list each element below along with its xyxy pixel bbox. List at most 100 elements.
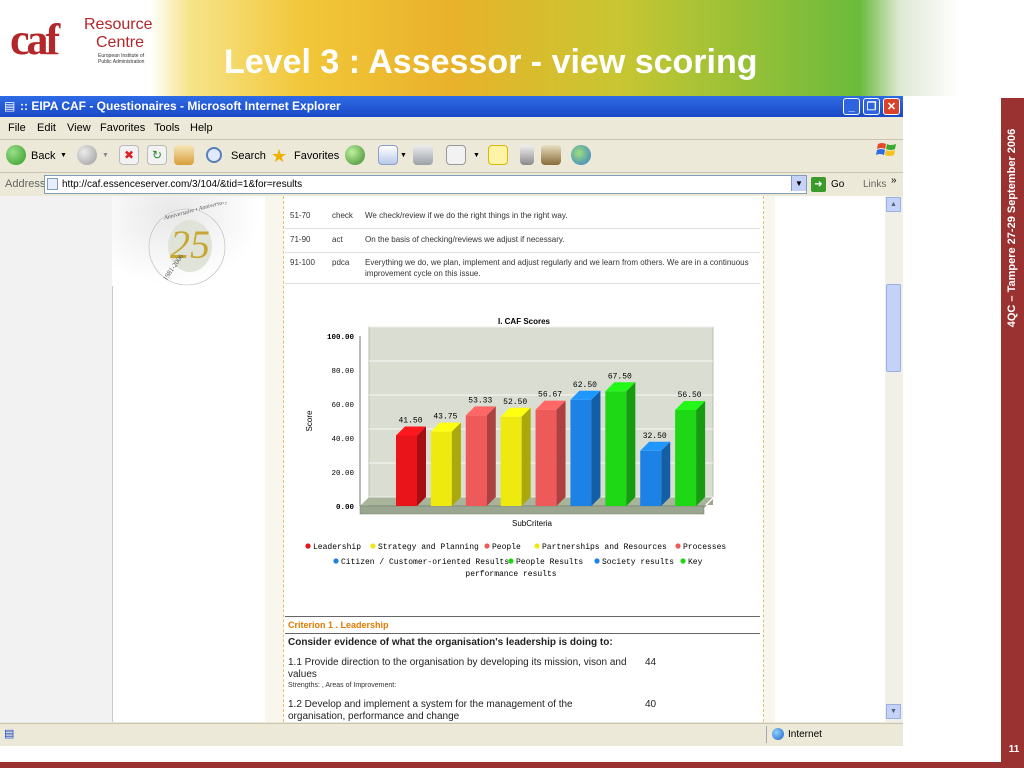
menu-tools[interactable]: Tools xyxy=(154,122,180,135)
chart-bar-side xyxy=(417,426,426,506)
status-bar: ▤ Internet xyxy=(0,723,903,745)
legend-swatch xyxy=(305,543,311,549)
edit-dropdown-icon[interactable]: ▼ xyxy=(473,146,480,166)
scroll-down-icon[interactable]: ▼ xyxy=(886,704,901,719)
legend-swatch xyxy=(484,543,490,549)
chart-bar xyxy=(430,431,452,506)
history-icon[interactable] xyxy=(345,145,365,165)
refresh-icon[interactable]: ↻ xyxy=(147,145,167,165)
search-icon[interactable] xyxy=(206,147,222,163)
chart-bar xyxy=(465,415,487,506)
legend-swatch xyxy=(594,558,600,564)
scale-text: We check/review if we do the right thing… xyxy=(365,211,568,220)
legend-label: Processes xyxy=(683,543,726,552)
go-arrow-icon[interactable]: ➜ xyxy=(811,177,826,192)
search-button[interactable]: Search xyxy=(231,146,266,166)
scale-range: 91-100 xyxy=(290,258,315,267)
address-bar: Address http://caf.essenceserver.com/3/1… xyxy=(0,173,903,196)
forward-dropdown-icon[interactable]: ▼ xyxy=(102,146,109,166)
criterion-header: Criterion 1 . Leadership xyxy=(285,616,760,634)
chart-bar-side xyxy=(486,406,496,506)
vertical-scrollbar[interactable]: ▲ ▼ xyxy=(885,196,903,722)
conference-label: 4QC – Tampere 27-29 September 2006 xyxy=(1006,128,1018,328)
favorites-button[interactable]: Favorites xyxy=(294,146,339,166)
scale-phase: check xyxy=(332,211,353,220)
legend-label: People xyxy=(492,543,521,552)
criterion-prompt: Consider evidence of what the organisati… xyxy=(288,637,613,648)
chart-bar-side xyxy=(556,400,566,506)
logo-tagline: European Institute of Public Administrat… xyxy=(98,53,145,65)
mail-icon[interactable] xyxy=(378,145,398,165)
scale-row: 91-100 pdca Everything we do, we plan, i… xyxy=(285,257,760,284)
legend-label: Key xyxy=(688,558,703,567)
chart-base-front xyxy=(359,505,705,515)
browser-window: ▤ :: EIPA CAF - Questionaires - Microsof… xyxy=(0,96,903,746)
window-titlebar[interactable]: ▤ :: EIPA CAF - Questionaires - Microsof… xyxy=(0,96,903,117)
chart-bar-side xyxy=(696,400,706,506)
address-url[interactable]: http://caf.essenceserver.com/3/104/&tid=… xyxy=(62,179,302,191)
legend-swatch xyxy=(508,558,514,564)
chart-bar xyxy=(570,399,592,506)
back-button[interactable]: Back xyxy=(31,146,55,166)
y-axis-label: Score xyxy=(305,410,314,431)
ie-page-icon: ▤ xyxy=(4,99,16,113)
address-dropdown-icon[interactable]: ▼ xyxy=(791,176,806,191)
research-icon[interactable] xyxy=(541,145,561,165)
y-tick-label: 20.00 xyxy=(331,470,354,478)
back-arrow-icon[interactable] xyxy=(6,145,26,165)
caf-logo-mark: caf xyxy=(10,15,60,64)
stop-icon[interactable]: ✖ xyxy=(119,145,139,165)
scale-row: 51-70 check We check/review if we do the… xyxy=(285,210,760,229)
menu-help[interactable]: Help xyxy=(190,122,213,135)
bar-value-label: 41.50 xyxy=(398,416,422,425)
slide-title: Level 3 : Assessor - view scoring xyxy=(224,43,758,81)
edit-page-icon[interactable] xyxy=(446,145,466,165)
legend-swatch xyxy=(370,543,376,549)
chart-bar xyxy=(500,416,522,506)
subcriterion-score: 40 xyxy=(645,699,657,710)
chart-bar xyxy=(535,409,557,506)
chart-bar-side xyxy=(626,382,636,506)
legend-label: Leadership xyxy=(313,543,361,552)
favorites-star-icon[interactable]: ★ xyxy=(271,146,287,166)
criterion-title: Criterion 1 . Leadership xyxy=(288,620,389,630)
logo-line-2: Centre xyxy=(96,34,145,51)
mail-dropdown-icon[interactable]: ▼ xyxy=(400,146,407,166)
y-tick-label: 40.00 xyxy=(331,436,354,444)
messenger-icon[interactable] xyxy=(571,145,591,165)
menu-view[interactable]: View xyxy=(67,122,91,135)
window-title: :: EIPA CAF - Questionaires - Microsoft … xyxy=(20,99,341,113)
legend-label: Society results xyxy=(602,558,674,567)
minimize-button[interactable]: _ xyxy=(843,98,860,115)
legend-swatch xyxy=(680,558,686,564)
scroll-up-icon[interactable]: ▲ xyxy=(886,197,901,212)
toolbar-chevron-icon[interactable]: » xyxy=(891,175,897,186)
bar-value-label: 52.50 xyxy=(503,398,527,407)
forward-arrow-icon[interactable] xyxy=(77,145,97,165)
scale-phase: pdca xyxy=(332,258,350,267)
home-icon[interactable] xyxy=(174,145,194,165)
menu-favorites[interactable]: Favorites xyxy=(100,122,145,135)
device-icon[interactable] xyxy=(520,145,534,165)
address-label: Address xyxy=(5,178,46,190)
bar-value-label: 32.50 xyxy=(643,432,667,441)
legend-label: People Results xyxy=(516,558,583,567)
scale-text: On the basis of checking/reviews we adju… xyxy=(365,235,565,244)
discuss-icon[interactable] xyxy=(488,145,508,165)
back-dropdown-icon[interactable]: ▼ xyxy=(60,146,67,166)
browser-toolbar: Back ▼ ▼ ✖ ↻ Search ★ Favorites ▼ ▼ xyxy=(0,140,903,173)
legend-label: Citizen / Customer-oriented Results xyxy=(341,558,509,567)
menu-edit[interactable]: Edit xyxy=(37,122,56,135)
close-button[interactable]: ✕ xyxy=(883,98,900,115)
caf-scores-chart: I. CAF Scores 0.00 20.00 40.00 60.00 80.00 100… xyxy=(300,300,749,615)
links-button[interactable]: Links xyxy=(863,179,886,190)
print-icon[interactable] xyxy=(413,145,433,165)
go-button[interactable]: Go xyxy=(831,179,844,190)
maximize-button[interactable]: ❐ xyxy=(863,98,880,115)
chart-bar xyxy=(640,450,662,506)
menu-file[interactable]: File xyxy=(8,122,26,135)
scroll-thumb[interactable] xyxy=(886,284,901,372)
legend-swatch xyxy=(534,543,540,549)
bar-value-label: 43.75 xyxy=(433,413,457,422)
y-tick-label: 100.00 xyxy=(327,334,355,342)
